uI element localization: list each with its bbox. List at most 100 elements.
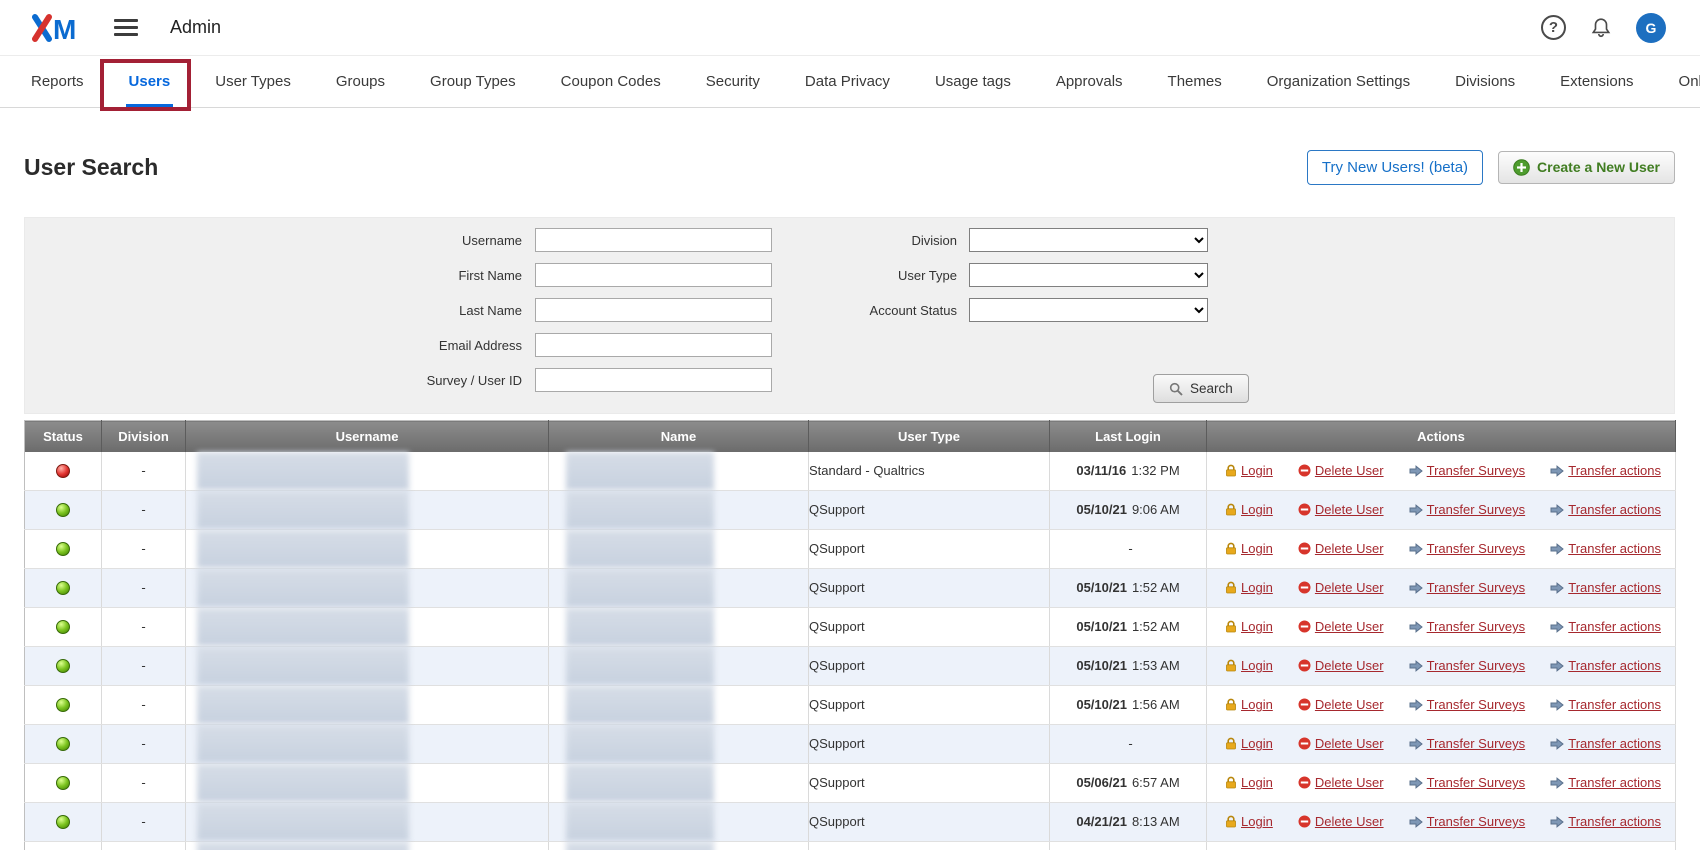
user-type-cell: Standard - Qualtrics bbox=[809, 452, 1050, 491]
nav-tab[interactable]: Security bbox=[703, 56, 763, 107]
delete-user-link[interactable]: Delete User bbox=[1315, 580, 1384, 595]
column-header[interactable]: Last Login bbox=[1050, 421, 1207, 452]
nav-tab[interactable]: Online bbox=[1676, 56, 1700, 107]
column-header[interactable]: Status bbox=[25, 421, 102, 452]
division-cell: - bbox=[102, 529, 186, 568]
delete-user-link[interactable]: Delete User bbox=[1315, 775, 1384, 790]
notifications-bell-icon[interactable] bbox=[1590, 17, 1612, 39]
avatar[interactable]: G bbox=[1636, 13, 1666, 43]
delete-user-link[interactable]: Delete User bbox=[1315, 697, 1384, 712]
login-link[interactable]: Login bbox=[1241, 541, 1273, 556]
transfer-actions-link[interactable]: Transfer actions bbox=[1568, 658, 1661, 673]
transfer-actions-link[interactable]: Transfer actions bbox=[1568, 697, 1661, 712]
lock-icon bbox=[1225, 620, 1237, 633]
delete-user-link[interactable]: Delete User bbox=[1315, 463, 1384, 478]
hamburger-menu-icon[interactable] bbox=[114, 15, 138, 41]
status-led-icon bbox=[56, 659, 70, 673]
status-cell bbox=[25, 568, 102, 607]
delete-user-link[interactable]: Delete User bbox=[1315, 658, 1384, 673]
login-link[interactable]: Login bbox=[1241, 697, 1273, 712]
login-link[interactable]: Login bbox=[1241, 580, 1273, 595]
login-link[interactable]: Login bbox=[1241, 463, 1273, 478]
last-login-time: 9:06 AM bbox=[1132, 502, 1180, 517]
division-select[interactable] bbox=[969, 228, 1208, 252]
login-link[interactable]: Login bbox=[1241, 502, 1273, 517]
nav-tab[interactable]: Organization Settings bbox=[1264, 56, 1413, 107]
transfer-surveys-link[interactable]: Transfer Surveys bbox=[1427, 502, 1526, 517]
column-header[interactable]: Name bbox=[549, 421, 809, 452]
delete-user-link[interactable]: Delete User bbox=[1315, 541, 1384, 556]
account-status-select[interactable] bbox=[969, 298, 1208, 322]
help-icon[interactable]: ? bbox=[1541, 15, 1566, 40]
lock-icon bbox=[1225, 737, 1237, 750]
email-address-input[interactable] bbox=[535, 333, 772, 357]
delete-user-link[interactable]: Delete User bbox=[1315, 502, 1384, 517]
username-cell bbox=[186, 802, 549, 841]
no-entry-icon bbox=[1298, 542, 1311, 555]
nav-tab[interactable]: Data Privacy bbox=[802, 56, 893, 107]
nav-tab[interactable]: Divisions bbox=[1452, 56, 1518, 107]
transfer-surveys-link[interactable]: Transfer Surveys bbox=[1427, 541, 1526, 556]
column-header[interactable]: Username bbox=[186, 421, 549, 452]
transfer-actions-link[interactable]: Transfer actions bbox=[1568, 619, 1661, 634]
nav-tab[interactable]: User Types bbox=[212, 56, 294, 107]
nav-tab[interactable]: Groups bbox=[333, 56, 388, 107]
nav-tab[interactable]: Extensions bbox=[1557, 56, 1636, 107]
transfer-surveys-link[interactable]: Transfer Surveys bbox=[1427, 463, 1526, 478]
search-button[interactable]: Search bbox=[1153, 374, 1249, 403]
transfer-surveys-link[interactable]: Transfer Surveys bbox=[1427, 775, 1526, 790]
column-header[interactable]: Division bbox=[102, 421, 186, 452]
nav-tab[interactable]: Reports bbox=[28, 56, 87, 107]
field-label: Account Status bbox=[725, 303, 969, 318]
username-cell bbox=[186, 841, 549, 850]
login-link[interactable]: Login bbox=[1241, 775, 1273, 790]
delete-user-link[interactable]: Delete User bbox=[1315, 736, 1384, 751]
division-cell: - bbox=[102, 763, 186, 802]
actions-cell: Login Delete User bbox=[1207, 452, 1676, 491]
redacted-name bbox=[566, 491, 714, 529]
column-header[interactable]: Actions bbox=[1207, 421, 1676, 452]
arrow-right-icon bbox=[1550, 621, 1564, 633]
transfer-surveys-link[interactable]: Transfer Surveys bbox=[1427, 736, 1526, 751]
arrow-right-icon bbox=[1550, 660, 1564, 672]
nav-tab[interactable]: Usage tags bbox=[932, 56, 1014, 107]
nav-tab-label: Usage tags bbox=[935, 73, 1011, 90]
transfer-surveys-link[interactable]: Transfer Surveys bbox=[1427, 658, 1526, 673]
page-title: User Search bbox=[24, 154, 158, 181]
transfer-surveys-link[interactable]: Transfer Surveys bbox=[1427, 580, 1526, 595]
transfer-actions-link[interactable]: Transfer actions bbox=[1568, 775, 1661, 790]
try-new-users-button[interactable]: Try New Users! (beta) bbox=[1307, 150, 1483, 185]
transfer-actions-link[interactable]: Transfer actions bbox=[1568, 463, 1661, 478]
column-header[interactable]: User Type bbox=[809, 421, 1050, 452]
transfer-actions-link[interactable]: Transfer actions bbox=[1568, 541, 1661, 556]
nav-tab[interactable]: Group Types bbox=[427, 56, 519, 107]
login-link[interactable]: Login bbox=[1241, 658, 1273, 673]
delete-user-link[interactable]: Delete User bbox=[1315, 814, 1384, 829]
arrow-right-icon bbox=[1550, 543, 1564, 555]
page-head: User Search Try New Users! (beta) Create… bbox=[24, 148, 1675, 186]
transfer-surveys-link[interactable]: Transfer Surveys bbox=[1427, 697, 1526, 712]
nav-tab[interactable]: Users bbox=[126, 56, 174, 107]
transfer-actions-link[interactable]: Transfer actions bbox=[1568, 814, 1661, 829]
survey-user-id-input[interactable] bbox=[535, 368, 772, 392]
status-cell bbox=[25, 452, 102, 491]
transfer-surveys-link[interactable]: Transfer Surveys bbox=[1427, 619, 1526, 634]
redacted-username bbox=[197, 764, 409, 802]
arrow-right-icon bbox=[1550, 777, 1564, 789]
create-new-user-button[interactable]: Create a New User bbox=[1498, 151, 1675, 184]
nav-tab[interactable]: Coupon Codes bbox=[558, 56, 664, 107]
login-link[interactable]: Login bbox=[1241, 619, 1273, 634]
login-link[interactable]: Login bbox=[1241, 814, 1273, 829]
delete-user-link[interactable]: Delete User bbox=[1315, 619, 1384, 634]
transfer-actions-link[interactable]: Transfer actions bbox=[1568, 502, 1661, 517]
status-cell bbox=[25, 763, 102, 802]
login-link[interactable]: Login bbox=[1241, 736, 1273, 751]
nav-tab[interactable]: Approvals bbox=[1053, 56, 1126, 107]
nav-tab[interactable]: Themes bbox=[1165, 56, 1225, 107]
status-cell bbox=[25, 685, 102, 724]
name-cell bbox=[549, 607, 809, 646]
transfer-actions-link[interactable]: Transfer actions bbox=[1568, 580, 1661, 595]
transfer-surveys-link[interactable]: Transfer Surveys bbox=[1427, 814, 1526, 829]
user-type-select[interactable] bbox=[969, 263, 1208, 287]
transfer-actions-link[interactable]: Transfer actions bbox=[1568, 736, 1661, 751]
